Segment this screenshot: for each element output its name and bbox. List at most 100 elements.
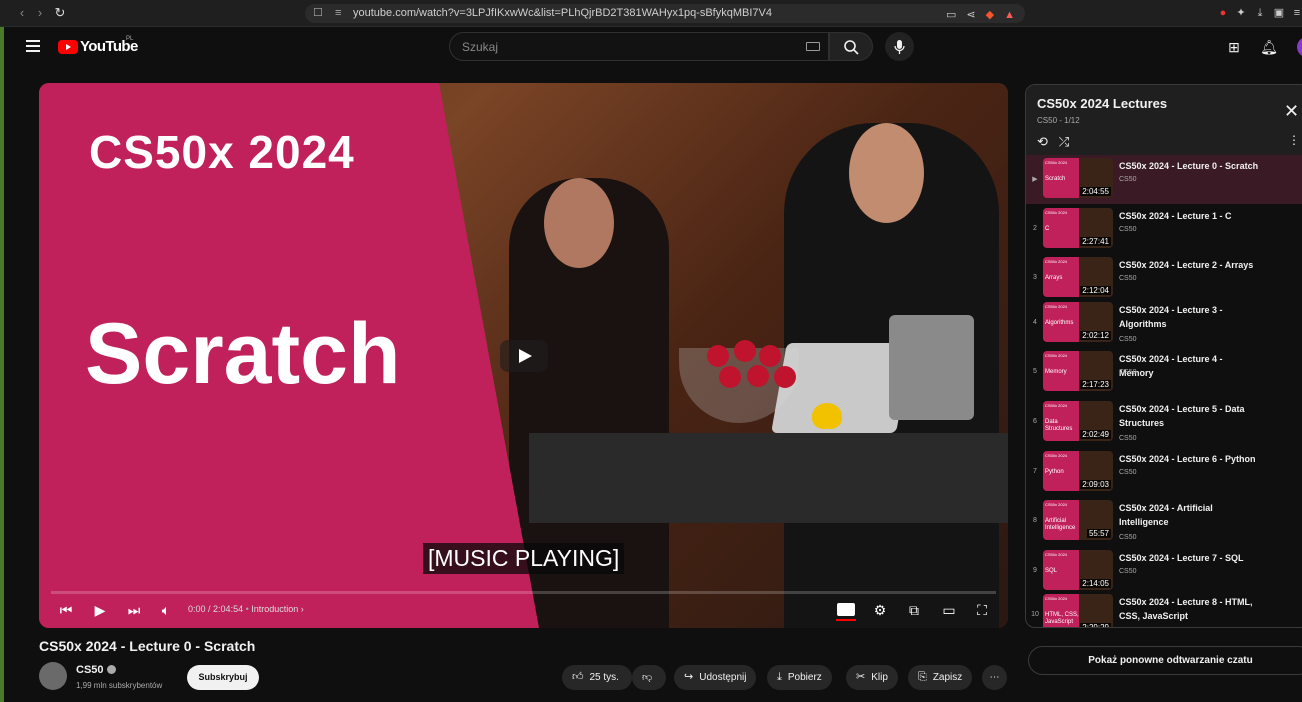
create-icon[interactable]: ⊞ <box>1225 38 1243 56</box>
address-bar[interactable]: ☐ ≡ youtube.com/watch?v=3LPJfIKxwWc&list… <box>305 4 1025 23</box>
thumbnail-word: SQL <box>1045 568 1058 574</box>
channel-name[interactable]: CS50 <box>76 664 104 676</box>
forward-icon[interactable]: › <box>32 5 48 21</box>
chat-replay-button[interactable]: Pokaż ponowne odtwarzanie czatu <box>1028 646 1302 675</box>
channel-avatar[interactable] <box>39 662 67 690</box>
item-thumbnail[interactable]: CS50x 2024 SQL 2:14:05 <box>1043 550 1113 590</box>
item-duration: 2:14:05 <box>1080 579 1111 588</box>
video-title: CS50x 2024 - Lecture 0 - Scratch <box>39 638 256 654</box>
playlist-item[interactable]: ▶ CS50x 2024 Scratch 2:04:55 CS50x 2024 - Le… <box>1026 155 1302 204</box>
playlist-item[interactable]: 4 CS50x 2024 Algorithms 2:02:12 CS50x 2024 -… <box>1026 299 1302 348</box>
miniplayer-icon[interactable]: ⧉ <box>905 600 923 620</box>
playlist-item[interactable]: 2 CS50x 2024 C 2:27:41 CS50x 2024 - Lecture … <box>1026 205 1302 254</box>
playlist-item[interactable]: 7 CS50x 2024 Python 2:09:03 CS50x 2024 - Lec… <box>1026 448 1302 497</box>
brave-shield-icon[interactable]: ◆ <box>986 6 994 25</box>
notifications-icon[interactable]: 🔔︎ <box>1260 38 1278 56</box>
back-icon[interactable]: ‹ <box>14 5 30 21</box>
ublock-icon[interactable]: ● <box>1216 6 1230 20</box>
playlist-item[interactable]: 9 CS50x 2024 SQL 2:14:05 CS50x 2024 - Lectur… <box>1026 547 1302 596</box>
playlist-item[interactable]: 5 CS50x 2024 Memory 2:17:23 CS50x 2024 - Lec… <box>1026 348 1302 397</box>
theater-mode-icon[interactable]: ▭ <box>939 600 959 620</box>
brave-rewards-icon[interactable]: ▲ <box>1004 6 1015 25</box>
next-icon[interactable]: ⏭︎ <box>125 600 143 620</box>
item-title[interactable]: CS50x 2024 - Lecture 7 - SQL <box>1119 551 1259 565</box>
item-duration: 2:09:03 <box>1080 480 1111 489</box>
thumbnail-word: C <box>1045 226 1050 232</box>
subscribe-button[interactable]: Subskrybuj <box>187 665 259 690</box>
user-avatar[interactable] <box>1297 37 1302 57</box>
clip-button[interactable]: ✂ Klip <box>846 665 898 690</box>
like-count: 25 tys. <box>589 672 619 683</box>
item-title[interactable]: CS50x 2024 - Lecture 6 - Python <box>1119 452 1259 466</box>
center-play-button[interactable] <box>500 340 548 372</box>
progress-bar[interactable] <box>51 591 996 594</box>
share-arrow-icon: ↪ <box>684 671 694 683</box>
subtitles-icon[interactable] <box>836 603 856 621</box>
chapter-label[interactable]: Introduction <box>251 604 298 614</box>
item-title[interactable]: CS50x 2024 - Lecture 0 - Scratch <box>1119 159 1259 173</box>
channel-name-row[interactable]: CS50 <box>76 664 116 676</box>
playlist-item[interactable]: 8 CS50x 2024 Artificial Intelligence 55:57 C… <box>1026 497 1302 546</box>
settings-icon[interactable]: ⚙︎ <box>871 600 889 620</box>
scissors-icon: ✂ <box>856 671 866 683</box>
volume-icon[interactable]: 🔈︎ <box>157 600 175 620</box>
search-input[interactable]: Szukaj <box>449 32 829 61</box>
bookmark-icon[interactable]: ☐ <box>313 4 323 23</box>
thumbnail-header: CS50x 2024 <box>1045 403 1068 408</box>
play-icon[interactable]: ▶︎ <box>91 600 109 620</box>
thumbnail-header: CS50x 2024 <box>1045 502 1068 507</box>
item-thumbnail[interactable]: CS50x 2024 Python 2:09:03 <box>1043 451 1113 491</box>
site-settings-icon[interactable]: ≡ <box>335 4 341 23</box>
item-thumbnail[interactable]: CS50x 2024 Algorithms 2:02:12 <box>1043 302 1113 342</box>
youtube-logo[interactable]: YouTube PL <box>58 36 138 55</box>
previous-icon[interactable]: ⏮︎ <box>57 600 75 620</box>
more-actions-button[interactable]: ⋯ <box>982 665 1007 690</box>
playlist-item[interactable]: 10 CS50x 2024 HTML, CSS, JavaScript 2:29:29… <box>1026 591 1302 627</box>
dislike-button[interactable]: 👎︎ <box>632 665 666 690</box>
item-title[interactable]: CS50x 2024 - Lecture 4 - Memory <box>1119 352 1259 380</box>
fullscreen-icon[interactable]: ⛶ <box>973 600 991 620</box>
playlist-more-icon[interactable]: ⋮ <box>1288 133 1300 147</box>
playlist-item[interactable]: 6 CS50x 2024 Data Structures 2:02:49 CS50x 2… <box>1026 398 1302 447</box>
menu-icon[interactable]: ≡ <box>1290 6 1302 20</box>
close-icon[interactable]: ✕ <box>1284 101 1299 122</box>
item-title[interactable]: CS50x 2024 - Lecture 5 - Data Structures <box>1119 402 1259 430</box>
item-title[interactable]: CS50x 2024 - Lecture 1 - C <box>1119 209 1259 223</box>
keyboard-icon[interactable] <box>806 42 820 51</box>
item-title[interactable]: CS50x 2024 - Lecture 8 - HTML, CSS, Java… <box>1119 595 1259 623</box>
bookmark-save-icon: ⎘ <box>918 671 927 683</box>
playlist-title[interactable]: CS50x 2024 Lectures <box>1037 96 1167 111</box>
like-button[interactable]: 👍︎ 25 tys. <box>562 665 632 690</box>
shuffle-icon[interactable]: ⤮ <box>1059 134 1069 149</box>
item-title[interactable]: CS50x 2024 - Lecture 3 - Algorithms <box>1119 303 1259 331</box>
item-thumbnail[interactable]: CS50x 2024 Scratch 2:04:55 <box>1043 158 1113 198</box>
search-button[interactable] <box>829 32 873 61</box>
item-title[interactable]: CS50x 2024 - Lecture 2 - Arrays <box>1119 258 1259 272</box>
thumbnail-word: HTML, CSS, JavaScript <box>1045 612 1079 625</box>
cast-icon[interactable]: ▭ <box>946 6 956 25</box>
video-player[interactable]: CS50x 2024 Scratch [MUSIC PLAYING] ⏮︎ ▶︎… <box>39 83 1008 628</box>
share-icon[interactable]: ⋖ <box>966 6 975 25</box>
sidebar-icon[interactable]: ▣ <box>1272 6 1286 20</box>
thumbnail-word: Memory <box>1045 369 1067 375</box>
voice-search-button[interactable] <box>885 32 914 61</box>
extensions-icon[interactable]: ✦ <box>1234 6 1248 20</box>
item-thumbnail[interactable]: CS50x 2024 Artificial Intelligence 55:57 <box>1043 500 1113 540</box>
item-thumbnail[interactable]: CS50x 2024 Data Structures 2:02:49 <box>1043 401 1113 441</box>
downloads-icon[interactable]: ⤓ <box>1253 6 1267 20</box>
reload-icon[interactable]: ↻ <box>52 5 68 21</box>
item-thumbnail[interactable]: CS50x 2024 Memory 2:17:23 <box>1043 351 1113 391</box>
item-thumbnail[interactable]: CS50x 2024 Arrays 2:12:04 <box>1043 257 1113 297</box>
menu-hamburger-icon[interactable] <box>26 40 40 52</box>
loop-icon[interactable]: ⟲ <box>1037 134 1048 149</box>
item-thumbnail[interactable]: CS50x 2024 HTML, CSS, JavaScript 2:29:29 <box>1043 594 1113 627</box>
save-button[interactable]: ⎘ Zapisz <box>908 665 973 690</box>
playlist-item[interactable]: 3 CS50x 2024 Arrays 2:12:04 CS50x 2024 - Lec… <box>1026 254 1302 303</box>
item-index: 2 <box>1033 225 1037 232</box>
share-button[interactable]: ↪ Udostępnij <box>674 665 757 690</box>
download-button[interactable]: ⤓ Pobierz <box>767 665 832 690</box>
item-duration: 2:02:49 <box>1080 430 1111 439</box>
item-thumbnail[interactable]: CS50x 2024 C 2:27:41 <box>1043 208 1113 248</box>
time-display: 0:00 / 2:04:54 • Introduction › <box>188 604 304 614</box>
item-title[interactable]: CS50x 2024 - Artificial Intelligence <box>1119 501 1259 529</box>
